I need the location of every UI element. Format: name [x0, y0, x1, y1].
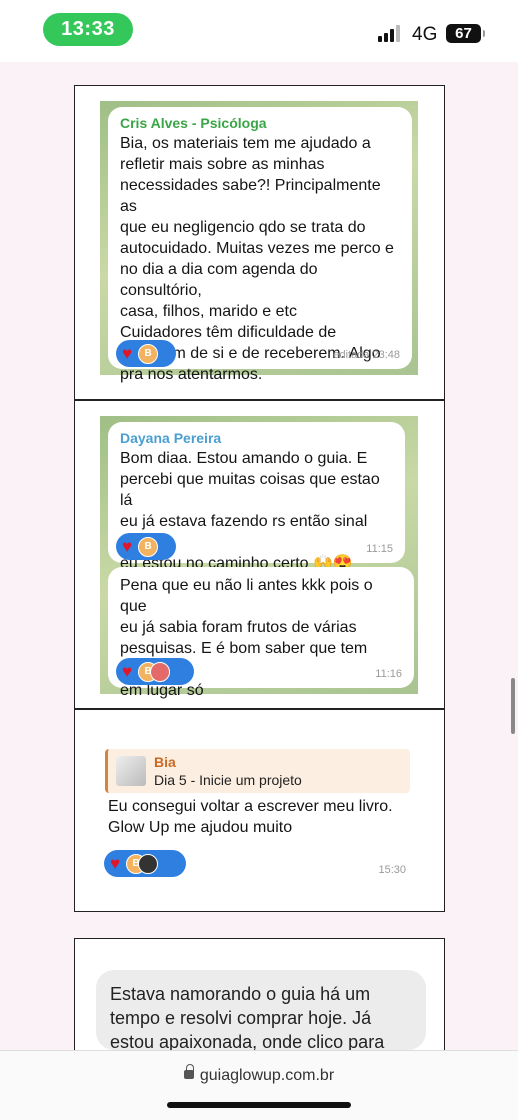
heart-icon: ♥	[110, 854, 121, 873]
sender-name: Cris Alves - Psicóloga	[120, 115, 267, 131]
url-field[interactable]: guiaglowup.com.br	[0, 1064, 518, 1085]
chat-screenshot: Cris Alves - Psicóloga Bia, os materiais…	[100, 101, 418, 383]
lock-icon	[183, 1064, 194, 1080]
reply-thumbnail	[116, 756, 146, 786]
reply-sender: Bia	[154, 754, 176, 770]
message-bubble: Estava namorando o guia há um tempo e re…	[96, 970, 426, 1052]
status-time[interactable]: 13:33	[43, 13, 133, 46]
reactions: ♥ B	[116, 340, 176, 367]
chat-screenshot: Dayana Pereira Bom diaa. Estou amando o …	[100, 416, 418, 699]
reactions: ♥ B	[104, 850, 186, 877]
battery-icon: 67	[446, 24, 485, 43]
url-text: guiaglowup.com.br	[199, 1067, 335, 1084]
home-indicator[interactable]	[167, 1102, 351, 1108]
scrollbar[interactable]	[511, 678, 515, 734]
reactions: ♥ B	[116, 533, 176, 560]
avatar	[150, 661, 171, 682]
sender-name: Dayana Pereira	[120, 430, 222, 446]
status-bar: 13:33 4G 67	[0, 0, 518, 62]
message-bubble: Cris Alves - Psicóloga Bia, os materiais…	[108, 107, 412, 383]
avatar: B	[138, 343, 159, 364]
quoted-reply[interactable]: Bia Dia 5 - Inicie um projeto	[105, 749, 410, 793]
browser-address-bar[interactable]: guiaglowup.com.br	[0, 1050, 518, 1120]
message-time: 15:30	[378, 864, 406, 876]
testimonial-card: Dayana Pereira Bom diaa. Estou amando o …	[74, 400, 445, 709]
message-text: Eu consegui voltar a escrever meu livro.…	[108, 798, 393, 836]
message-bubble: Pena que eu não li antes kkk pois o que …	[108, 567, 414, 699]
message-time: editada 23:48	[333, 349, 400, 361]
heart-icon: ♥	[122, 662, 133, 681]
avatar: B	[138, 536, 159, 557]
reactions: ♥ B	[116, 658, 194, 685]
heart-icon: ♥	[122, 537, 133, 556]
message-bubble: Dayana Pereira Bom diaa. Estou amando o …	[108, 422, 405, 572]
reply-text: Dia 5 - Inicie um projeto	[154, 772, 302, 788]
message-time: 11:16	[375, 668, 402, 680]
signal-icon	[378, 25, 404, 42]
heart-icon: ♥	[122, 344, 133, 363]
testimonial-card: Eu consegui voltar a escrever meu livro.…	[74, 709, 445, 912]
testimonial-card: Cris Alves - Psicóloga Bia, os materiais…	[74, 85, 445, 400]
network-type: 4G	[412, 24, 438, 45]
avatar	[138, 853, 159, 874]
message-text: Estava namorando o guia há um tempo e re…	[110, 984, 385, 1052]
message-time: 11:15	[366, 543, 393, 555]
